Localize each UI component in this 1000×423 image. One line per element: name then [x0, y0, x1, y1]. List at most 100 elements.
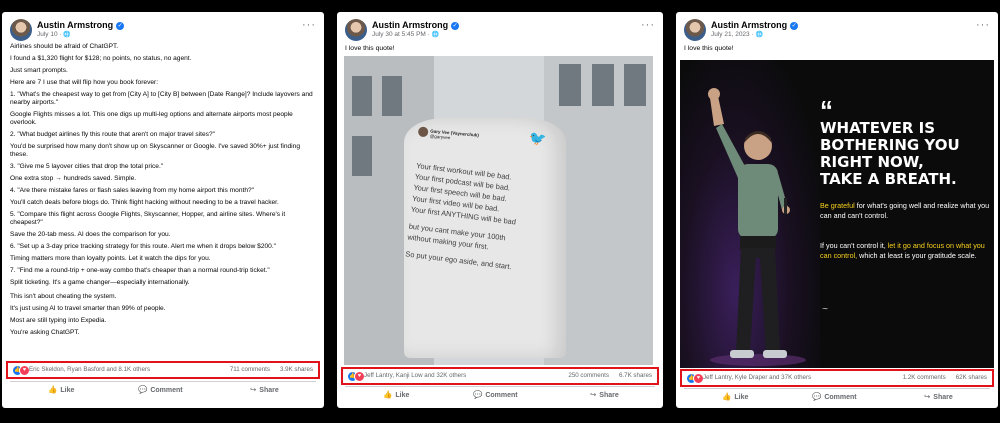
comments-count[interactable]: 711 comments: [230, 366, 270, 373]
post-line: I found a $1,320 flight for $128; no poi…: [10, 55, 192, 62]
reactions-bar-highlighted: 👍 ♥ Jeff Lantry, Kanji Low and 32K other…: [341, 367, 659, 385]
quote-paragraph-2: If you can't control it, let it go and f…: [820, 241, 990, 260]
comment-bubble-icon: 💬: [812, 392, 822, 401]
post-line: Here are 7 I use that will flip how you …: [10, 79, 159, 86]
window: [592, 64, 614, 106]
post-meta: July 21, 2023 · 🌐: [711, 31, 763, 38]
comment-button[interactable]: 💬 Comment: [138, 385, 183, 394]
comment-button[interactable]: 💬 Comment: [812, 392, 857, 401]
quote-text: which at least is your gratitude scale.: [857, 250, 977, 260]
author-name[interactable]: Austin Armstrong: [711, 20, 787, 30]
avatar[interactable]: [345, 19, 367, 41]
reactors-text[interactable]: Eric Skeldon, Ryan Basford and 8.1K othe…: [29, 366, 150, 373]
post-line: Airlines should be afraid of ChatGPT.: [10, 43, 119, 50]
post-header: Austin Armstrong ✓ July 10 · 🌐 ···: [10, 19, 316, 43]
post-card-1: Austin Armstrong ✓ July 10 · 🌐 ··· Airlin…: [2, 12, 324, 408]
window: [352, 136, 372, 176]
thumbs-up-icon: 👍: [48, 385, 58, 394]
post-caption: I love this quote!: [684, 45, 734, 52]
post-line: 3. "Give me 5 layover cities that drop t…: [10, 163, 164, 170]
author-name-container[interactable]: Austin Armstrong ✓: [711, 20, 799, 30]
share-arrow-icon: ↪: [924, 392, 931, 401]
shares-count[interactable]: 62K shares: [956, 374, 987, 381]
post-line: Split ticketing. It's a game changer—esp…: [10, 279, 190, 286]
post-card-2: Austin Armstrong ✓ July 30 at 5:45 PM · 🌐…: [337, 12, 663, 408]
headline-line: BOTHERING YOU: [820, 136, 960, 154]
post-meta: July 30 at 5:45 PM · 🌐: [372, 31, 440, 38]
engagement-counts: 1.2K comments 62K shares: [893, 374, 987, 381]
share-arrow-icon: ↪: [250, 385, 257, 394]
post-line: 7. "Find me a round-trip + one-way combo…: [10, 267, 270, 274]
share-button[interactable]: ↪ Share: [590, 390, 619, 399]
window: [624, 64, 646, 106]
globe-icon: 🌐: [431, 32, 440, 38]
comments-count[interactable]: 1.2K comments: [903, 374, 946, 381]
like-label: Like: [60, 387, 75, 394]
post-card-3: Austin Armstrong ✓ July 21, 2023 · 🌐 ··· …: [676, 12, 998, 408]
more-dots-icon[interactable]: ···: [302, 19, 316, 31]
post-actions: 👍 Like 💬 Comment ↪ Share: [10, 381, 316, 396]
twitter-bird-icon: 🐦: [529, 130, 547, 146]
headline-line: RIGHT NOW,: [820, 153, 924, 171]
comment-label: Comment: [485, 392, 518, 399]
billboard-photo[interactable]: Gary Vee (Vaynerchuk) @garyvee 🐦 Your fi…: [344, 56, 653, 365]
post-line: Just smart prompts.: [10, 67, 68, 74]
share-button[interactable]: ↪ Share: [250, 385, 279, 394]
post-line: You're asking ChatGPT.: [10, 329, 80, 336]
post-line: 6. "Set up a 3-day price tracking strate…: [10, 243, 277, 250]
like-button[interactable]: 👍 Like: [48, 385, 74, 394]
share-button[interactable]: ↪ Share: [924, 392, 953, 401]
window: [559, 64, 581, 106]
like-label: Like: [734, 394, 749, 401]
engagement-counts: 250 comments 6.7K shares: [558, 372, 652, 379]
quote-graphic[interactable]: “ WHATEVER IS BOTHERING YOU RIGHT NOW, T…: [680, 60, 994, 368]
share-label: Share: [599, 392, 619, 399]
speaker-photo: [708, 88, 806, 366]
more-dots-icon[interactable]: ···: [976, 19, 990, 31]
post-line: It's just using AI to travel smarter tha…: [10, 305, 166, 312]
author-name-container[interactable]: Austin Armstrong ✓: [372, 20, 460, 30]
author-name-container[interactable]: Austin Armstrong ✓: [37, 20, 125, 30]
billboard: Gary Vee (Vaynerchuk) @garyvee 🐦 Your fi…: [404, 118, 566, 358]
reactors-text[interactable]: Jeff Lantry, Kanji Low and 32K others: [364, 372, 466, 379]
comment-label: Comment: [150, 387, 183, 394]
billboard-sub: @garyvee: [429, 133, 451, 141]
shares-count[interactable]: 6.7K shares: [619, 372, 652, 379]
avatar[interactable]: [10, 19, 32, 41]
post-line: 1. "What's the cheapest way to get from …: [10, 91, 313, 106]
post-line: Timing matters more than loyalty points.…: [10, 255, 211, 262]
window: [352, 76, 372, 116]
post-date[interactable]: July 10: [37, 31, 58, 38]
shares-count[interactable]: 3.9K shares: [280, 366, 313, 373]
reactors-text[interactable]: Jeff Lantry, Kyle Draper and 37K others: [703, 374, 811, 381]
post-date[interactable]: July 21, 2023: [711, 31, 750, 38]
post-line: Most are still typing into Expedia.: [10, 317, 107, 324]
post-body: Airlines should be afraid of ChatGPT. I …: [10, 43, 316, 341]
headline-line: TAKE A BREATH.: [820, 170, 957, 188]
post-line: 2. "What budget airlines fly this route …: [10, 131, 215, 138]
quote-mark: “: [820, 95, 833, 125]
more-dots-icon[interactable]: ···: [641, 19, 655, 31]
post-line: 5. "Compare this flight across Google Fl…: [10, 211, 286, 226]
verified-badge-icon: ✓: [790, 22, 799, 30]
comment-bubble-icon: 💬: [473, 390, 483, 399]
post-line: You'll catch deals before blogs do. Thin…: [10, 199, 279, 206]
avatar[interactable]: [684, 19, 706, 41]
window: [382, 76, 402, 116]
reactions-bar-highlighted: 👍 ♥ Eric Skeldon, Ryan Basford and 8.1K …: [6, 361, 320, 379]
like-button[interactable]: 👍 Like: [722, 392, 748, 401]
post-header: Austin Armstrong ✓ July 21, 2023 · 🌐 ···: [684, 19, 990, 43]
author-name[interactable]: Austin Armstrong: [372, 20, 448, 30]
post-line: You'd be surprised how many don't show u…: [10, 143, 300, 158]
post-line: Google Flights misses a lot. This one di…: [10, 111, 293, 126]
comments-count[interactable]: 250 comments: [568, 372, 609, 379]
quote-paragraph-1: Be grateful for what's going well and re…: [820, 201, 990, 220]
author-name[interactable]: Austin Armstrong: [37, 20, 113, 30]
comment-button[interactable]: 💬 Comment: [473, 390, 518, 399]
share-arrow-icon: ↪: [590, 390, 597, 399]
like-button[interactable]: 👍 Like: [383, 390, 409, 399]
engagement-counts: 711 comments 3.9K shares: [220, 366, 313, 373]
post-date[interactable]: July 30 at 5:45 PM: [372, 31, 426, 38]
headline-line: WHATEVER IS: [820, 119, 936, 137]
thumbs-up-icon: 👍: [722, 392, 732, 401]
